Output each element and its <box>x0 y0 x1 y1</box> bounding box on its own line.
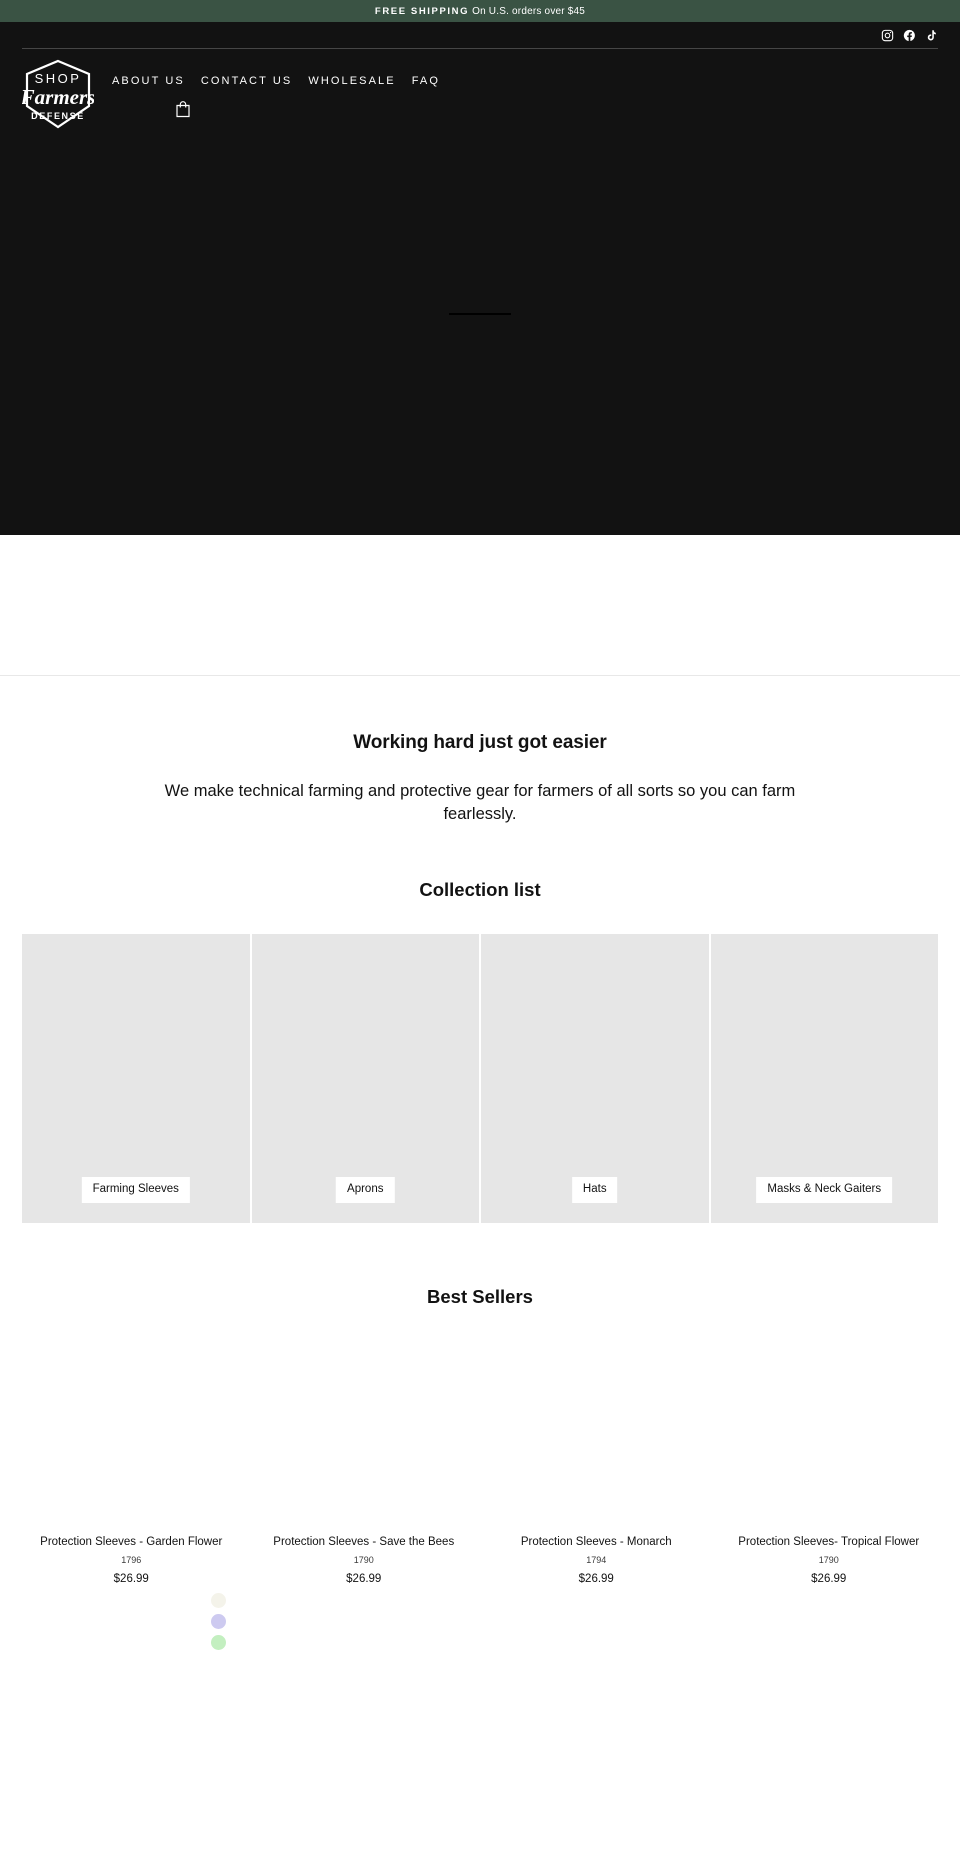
intro-section: Working hard just got easier We make tec… <box>0 676 960 826</box>
hero-divider-rule <box>449 313 511 315</box>
product-sku: 1796 <box>121 1554 142 1565</box>
nav-item-contact-us[interactable]: CONTACT US <box>201 75 293 87</box>
logo-top-text: SHOP <box>35 71 82 86</box>
swatch-cream-dot[interactable] <box>210 1592 226 1608</box>
product-title: Protection Sleeves- Tropical Flower <box>738 1535 920 1548</box>
color-swatch-strip <box>210 1592 226 1674</box>
collection-label[interactable]: Masks & Neck Gaiters <box>756 1177 893 1203</box>
collection-grid: Farming Sleeves Aprons Hats Masks & Neck… <box>0 933 960 1223</box>
product-card[interactable]: Protection Sleeves - Garden Flower 1796 … <box>22 1329 241 1585</box>
product-title: Protection Sleeves - Save the Bees <box>273 1535 455 1548</box>
product-card[interactable]: Protection Sleeves- Tropical Flower 1790… <box>719 1329 938 1585</box>
product-title: Protection Sleeves - Garden Flower <box>40 1535 223 1548</box>
header-main-row: SHOP Farmers DEFENSE ABOUT US CONTACT US… <box>22 49 938 143</box>
nav-item-faq[interactable]: FAQ <box>412 75 440 87</box>
main-navigation: ABOUT US CONTACT US WHOLESALE FAQ <box>112 75 938 87</box>
announcement-bar: FREE SHIPPING On U.S. orders over $45 <box>0 0 960 22</box>
product-price: $26.99 <box>811 1572 847 1585</box>
product-price: $26.99 <box>578 1572 614 1585</box>
cart-row <box>112 100 938 118</box>
tiktok-icon[interactable] <box>925 29 938 42</box>
shopping-bag-icon[interactable] <box>175 100 191 118</box>
product-image[interactable] <box>487 1329 706 1530</box>
best-sellers-title: Best Sellers <box>427 1285 533 1307</box>
logo-bottom-text: DEFENSE <box>31 111 85 121</box>
hero-spacer <box>0 535 960 675</box>
announcement-strong: FREE SHIPPING <box>374 5 470 17</box>
collection-label[interactable]: Hats <box>571 1177 618 1203</box>
product-sku: 1790 <box>353 1554 374 1565</box>
collection-list-title: Collection list <box>419 878 541 900</box>
collection-label[interactable]: Farming Sleeves <box>81 1177 190 1203</box>
swatch-mint-dot[interactable] <box>210 1634 226 1650</box>
product-price: $26.99 <box>346 1572 382 1585</box>
collection-list-section: Collection list Farming Sleeves Aprons H… <box>0 826 960 1223</box>
site-header: SHOP Farmers DEFENSE ABOUT US CONTACT US… <box>0 22 960 143</box>
product-price: $26.99 <box>113 1572 149 1585</box>
header-social-row <box>22 22 938 44</box>
logo-main-text: Farmers <box>22 85 94 109</box>
swatch-lavender-dot[interactable] <box>210 1613 226 1629</box>
intro-heading: Working hard just got easier <box>353 732 607 753</box>
best-sellers-section: Best Sellers Protection Sleeves - Garden… <box>0 1223 960 1674</box>
product-sku: 1794 <box>586 1554 607 1565</box>
announcement-rest: On U.S. orders over $45 <box>469 5 586 17</box>
product-grid: Protection Sleeves - Garden Flower 1796 … <box>0 1329 960 1585</box>
nav-item-about-us[interactable]: ABOUT US <box>112 75 185 87</box>
product-card[interactable]: Protection Sleeves - Save the Bees 1790 … <box>254 1329 473 1585</box>
collection-card-masks-neck-gaiters[interactable]: Masks & Neck Gaiters <box>710 933 938 1223</box>
header-nav-wrap: ABOUT US CONTACT US WHOLESALE FAQ <box>94 63 938 118</box>
site-logo[interactable]: SHOP Farmers DEFENSE <box>22 59 94 129</box>
product-card[interactable]: Protection Sleeves - Monarch 1794 $26.99 <box>487 1329 706 1585</box>
collection-card-farming-sleeves[interactable]: Farming Sleeves <box>22 933 250 1223</box>
product-image[interactable] <box>719 1329 938 1530</box>
collection-card-hats[interactable]: Hats <box>481 933 709 1223</box>
collection-card-aprons[interactable]: Aprons <box>251 933 479 1223</box>
facebook-icon[interactable] <box>903 29 916 42</box>
hero-banner <box>0 143 960 535</box>
product-title: Protection Sleeves - Monarch <box>520 1535 672 1548</box>
collection-label[interactable]: Aprons <box>336 1177 395 1203</box>
product-sku: 1790 <box>818 1554 839 1565</box>
product-image[interactable] <box>254 1329 473 1530</box>
nav-item-wholesale[interactable]: WHOLESALE <box>308 75 395 87</box>
announcement-text: FREE SHIPPING On U.S. orders over $45 <box>375 6 585 17</box>
instagram-icon[interactable] <box>881 29 894 42</box>
product-image[interactable] <box>22 1329 241 1530</box>
intro-body: We make technical farming and protective… <box>164 782 796 823</box>
